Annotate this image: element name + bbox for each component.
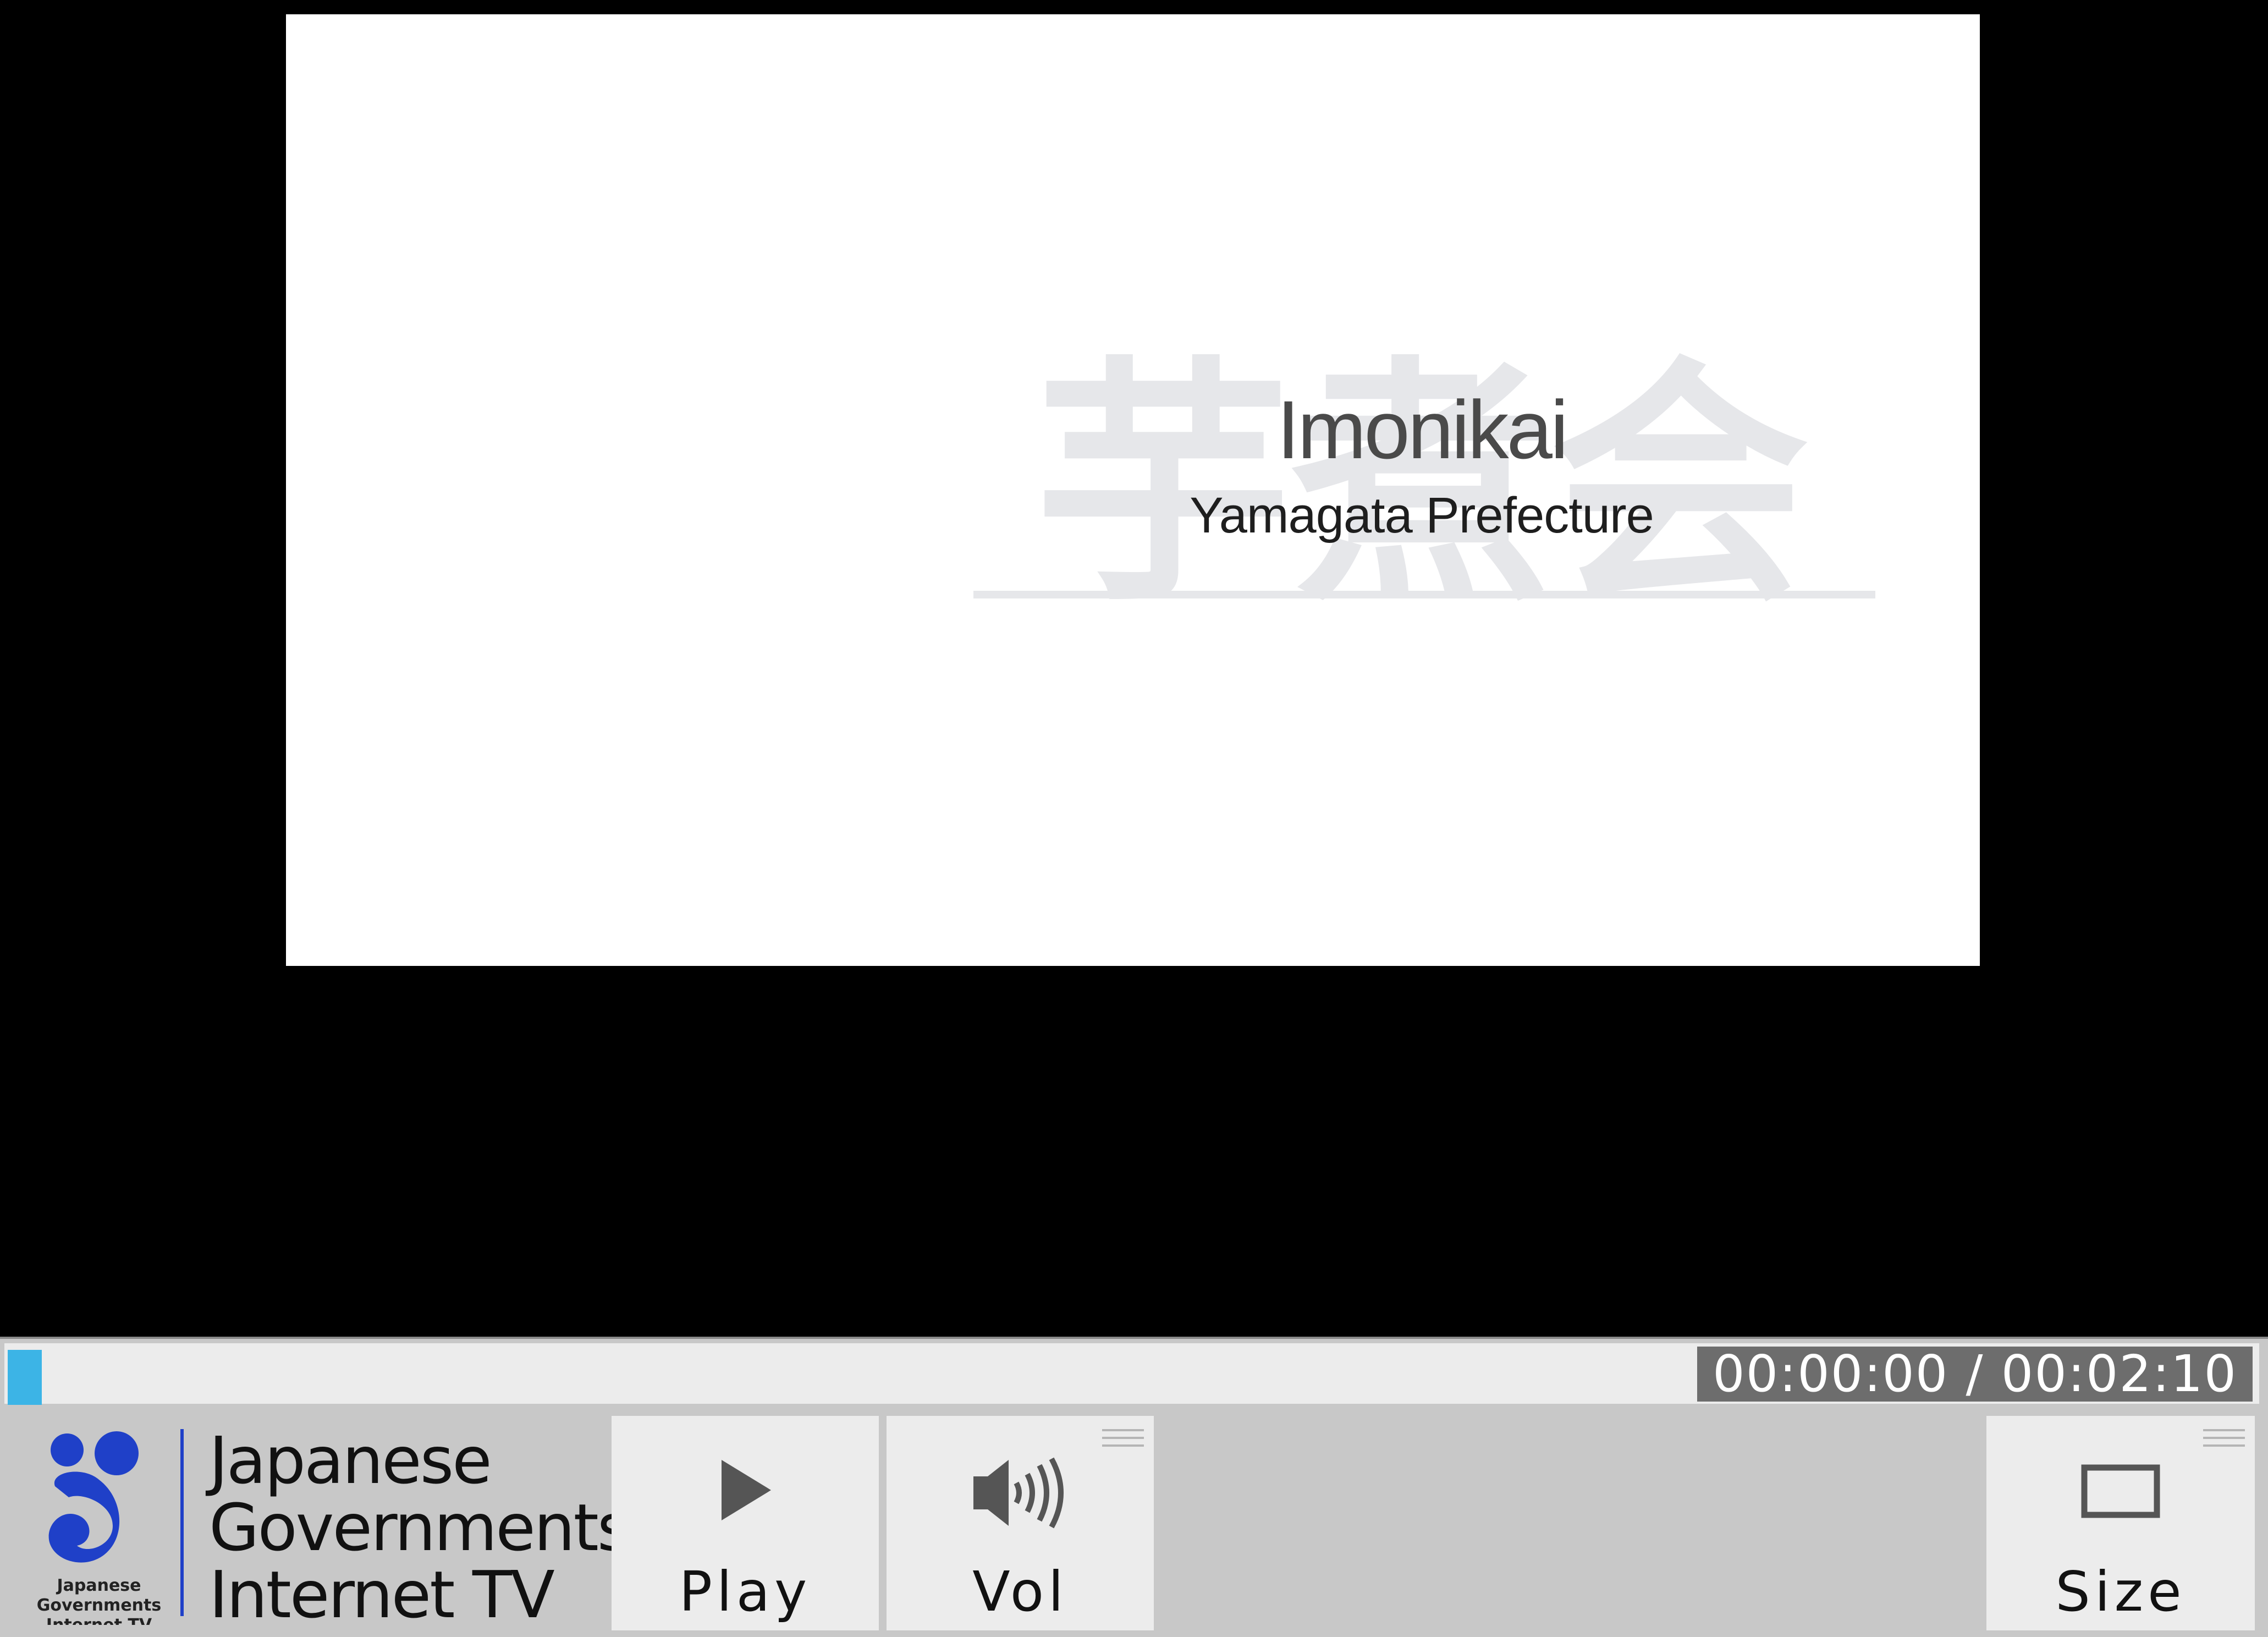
watermark-text: 芋煮会 bbox=[1034, 333, 1809, 619]
control-bar: 00:00:00 / 00:02:10 Japanese Governments… bbox=[0, 1337, 2268, 1637]
time-readout: 00:00:00 / 00:02:10 bbox=[1697, 1347, 2253, 1402]
logo-line-1: Japanese bbox=[209, 1422, 492, 1498]
size-button[interactable]: Size bbox=[1986, 1416, 2255, 1630]
logo-line-2: Governments bbox=[209, 1490, 631, 1565]
emblem-caption-2: Governments bbox=[37, 1596, 161, 1615]
seek-bar[interactable]: 00:00:00 / 00:02:10 bbox=[4, 1343, 2259, 1405]
emblem-caption-1: Japanese bbox=[56, 1576, 141, 1595]
size-label: Size bbox=[2055, 1559, 2186, 1624]
logo-wordmark: Japanese Governments Internet TV bbox=[209, 1422, 631, 1633]
logo-divider bbox=[180, 1429, 184, 1616]
seek-bar-fill bbox=[8, 1350, 42, 1405]
play-icon bbox=[722, 1460, 771, 1520]
grip-icon bbox=[1102, 1429, 1144, 1447]
speaker-icon bbox=[973, 1457, 1064, 1529]
video-subtitle: Yamagata Prefecture bbox=[1190, 487, 1654, 543]
watermark-underline bbox=[973, 591, 1875, 598]
volume-label: Vol bbox=[972, 1559, 1068, 1624]
gov-internet-tv-emblem-icon: Japanese Governments Internet TV bbox=[37, 1431, 161, 1625]
channel-logo[interactable]: Japanese Governments Internet TV Japanes… bbox=[5, 1410, 631, 1633]
grip-icon bbox=[2203, 1429, 2245, 1447]
kanji-watermark: 芋煮会 bbox=[973, 333, 1875, 619]
video-title: Imonikai bbox=[1276, 383, 1569, 476]
player-window: 芋煮会 Imonikai Yamagata Prefecture 00:00:0… bbox=[0, 0, 2268, 1637]
video-viewport[interactable]: 芋煮会 Imonikai Yamagata Prefecture bbox=[286, 14, 1980, 966]
screen-size-icon bbox=[2081, 1464, 2160, 1518]
title-card: 芋煮会 Imonikai Yamagata Prefecture bbox=[968, 333, 1875, 619]
play-label: Play bbox=[679, 1559, 812, 1624]
volume-button[interactable]: Vol bbox=[887, 1416, 1154, 1630]
emblem-caption-3: Internet TV bbox=[46, 1616, 152, 1625]
play-button[interactable]: Play bbox=[612, 1416, 879, 1630]
logo-line-3: Internet TV bbox=[209, 1557, 555, 1633]
